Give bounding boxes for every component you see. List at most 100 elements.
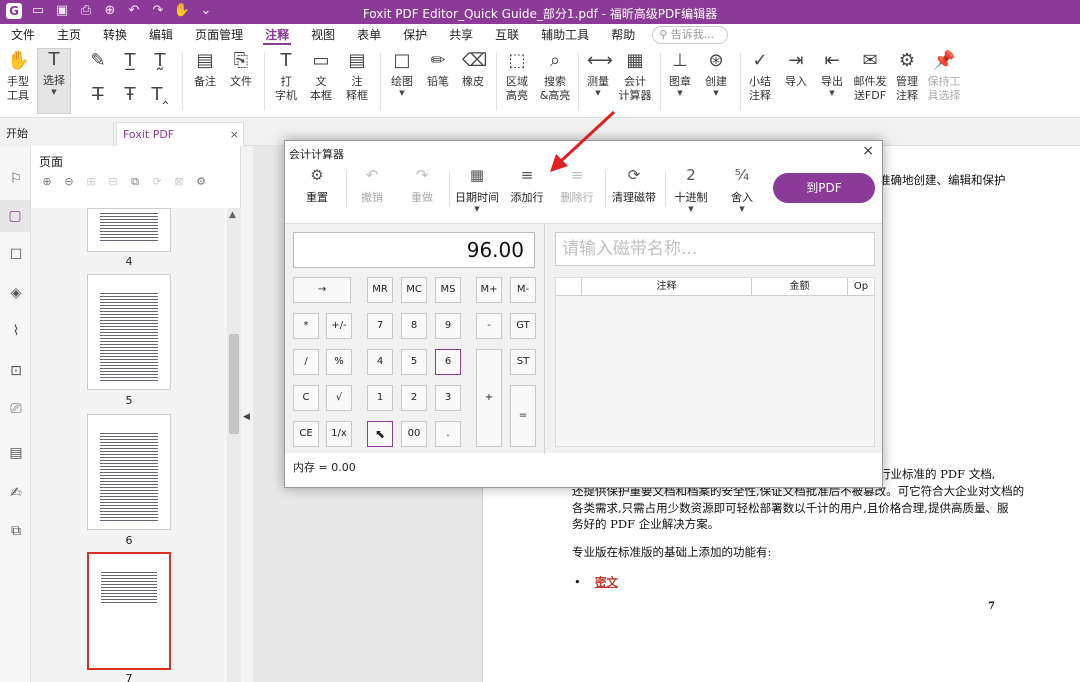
file-attach-button[interactable]: ⎘ 文件 xyxy=(226,50,256,89)
document-properties-icon[interactable]: ⎚ xyxy=(7,400,25,418)
hand-tool-button[interactable]: ✋ 手型 工具 xyxy=(4,50,32,103)
area-highlight-button[interactable]: ⬚ 区域 高亮 xyxy=(502,50,532,103)
crop-page-icon[interactable]: ⊠ xyxy=(171,174,187,190)
extract-page-icon[interactable]: ⧉ xyxy=(127,174,143,190)
collapse-panel-handle[interactable]: ◀ xyxy=(241,146,253,682)
keep-tool-selected-button[interactable]: 📌 保持工 具选择 xyxy=(926,50,962,103)
key-00[interactable]: 00 xyxy=(401,421,427,447)
delete-page-icon[interactable]: ⊟ xyxy=(105,174,121,190)
key-sqrt[interactable]: √ xyxy=(326,385,352,411)
key-multiply[interactable]: * xyxy=(293,313,319,339)
tab-connect[interactable]: 互联 xyxy=(484,24,530,46)
key-st[interactable]: ST xyxy=(510,349,536,375)
email-fdf-button[interactable]: ✉ 邮件发 送FDF xyxy=(852,50,888,103)
key-percent[interactable]: % xyxy=(326,349,352,375)
tab-edit[interactable]: 编辑 xyxy=(138,24,184,46)
comments-icon[interactable]: ☐ xyxy=(7,246,25,264)
highlight-button[interactable]: ✎ xyxy=(86,50,110,75)
eraser-button[interactable]: ⌫ 橡皮 xyxy=(458,50,488,89)
tab-help[interactable]: 帮助 xyxy=(600,24,646,46)
key-mminus[interactable]: M- xyxy=(510,277,536,303)
page-thumbnail[interactable] xyxy=(87,208,171,252)
content-icon[interactable]: ▤ xyxy=(7,444,25,462)
drawing-button[interactable]: □ 绘图 ▼ xyxy=(388,50,416,97)
manage-comments-button[interactable]: ⚙ 管理 注释 xyxy=(892,50,922,103)
key-ms[interactable]: MS xyxy=(435,277,461,303)
key-mc[interactable]: MC xyxy=(401,277,427,303)
rounding-button[interactable]: ⁵⁄₄ 舍入 ▼ xyxy=(725,165,759,213)
key-gt[interactable]: GT xyxy=(510,313,536,339)
key-clear[interactable]: C xyxy=(293,385,319,411)
page-thumbnail-selected[interactable] xyxy=(87,552,171,670)
rotate-page-icon[interactable]: ⟳ xyxy=(149,174,165,190)
add-row-button[interactable]: ≡ 添加行 xyxy=(509,165,545,205)
pencil-button[interactable]: ✏ 铅笔 xyxy=(424,50,452,89)
key-8[interactable]: 8 xyxy=(401,313,427,339)
tab-form[interactable]: 表单 xyxy=(346,24,392,46)
key-dot[interactable]: . xyxy=(435,421,461,447)
close-dialog-button[interactable]: × xyxy=(862,143,874,159)
insert-text-button[interactable]: T‸ xyxy=(148,84,172,109)
reset-button[interactable]: ⚙ 重置 xyxy=(299,165,335,205)
thumbnail-scrollbar[interactable] xyxy=(227,208,241,682)
key-plus[interactable]: + xyxy=(476,349,502,447)
note-button[interactable]: ▤ 备注 xyxy=(190,50,220,89)
key-divide[interactable]: / xyxy=(293,349,319,375)
select-button[interactable]: T 选择 ▼ xyxy=(37,48,71,114)
key-2[interactable]: 2 xyxy=(401,385,427,411)
zoom-out-thumb-icon[interactable]: ⊖ xyxy=(61,174,77,190)
redo-button[interactable]: ↷ 重做 xyxy=(405,165,439,205)
key-0[interactable]: ⬉ xyxy=(367,421,393,447)
import-button[interactable]: ⇥ 导入 xyxy=(782,50,810,89)
bookmark-icon[interactable]: ⚐ xyxy=(7,170,25,188)
key-mplus[interactable]: M+ xyxy=(476,277,502,303)
zoom-in-thumb-icon[interactable]: ⊕ xyxy=(39,174,55,190)
key-reciprocal[interactable]: 1/x xyxy=(326,421,352,447)
insert-page-icon[interactable]: ⊞ xyxy=(83,174,99,190)
tape-name-input[interactable]: 请输入磁带名称... xyxy=(555,232,875,266)
underline-button[interactable]: T̲ xyxy=(118,50,142,75)
key-5[interactable]: 5 xyxy=(401,349,427,375)
datetime-button[interactable]: ▦ 日期时间 ▼ xyxy=(453,165,501,213)
close-tab-icon[interactable]: × xyxy=(230,123,239,147)
tab-share[interactable]: 共享 xyxy=(438,24,484,46)
key-1[interactable]: 1 xyxy=(367,385,393,411)
page-properties-icon[interactable]: ⚙ xyxy=(193,174,209,190)
key-clear-entry[interactable]: CE xyxy=(293,421,319,447)
tab-home[interactable]: 主页 xyxy=(46,24,92,46)
decimal-places-button[interactable]: 2 十进制 ▼ xyxy=(671,165,711,213)
strikeout-button[interactable]: T̶ xyxy=(86,84,110,109)
clear-tape-button[interactable]: ⟳ 清理磁带 xyxy=(611,165,657,205)
key-arrow[interactable]: → xyxy=(293,277,351,303)
key-minus[interactable]: - xyxy=(476,313,502,339)
key-4[interactable]: 4 xyxy=(367,349,393,375)
search-highlight-button[interactable]: ⌕ 搜索 &高亮 xyxy=(538,50,572,103)
tab-accessibility[interactable]: 辅助工具 xyxy=(530,24,600,46)
tab-organize[interactable]: 页面管理 xyxy=(184,24,254,46)
tab-view[interactable]: 视图 xyxy=(300,24,346,46)
key-equals[interactable]: = xyxy=(510,385,536,447)
export-button[interactable]: ⇤ 导出 ▼ xyxy=(818,50,846,97)
squiggly-button[interactable]: T̰ xyxy=(148,50,172,75)
page-thumbnail[interactable] xyxy=(87,274,171,390)
to-pdf-button[interactable]: 到PDF xyxy=(773,173,875,203)
scroll-up-icon[interactable]: ▲ xyxy=(229,210,236,220)
security-lock-icon[interactable]: ⊡ xyxy=(7,362,25,380)
key-3[interactable]: 3 xyxy=(435,385,461,411)
tell-me-search[interactable]: ⚲ 告诉我... xyxy=(652,26,729,44)
key-7[interactable]: 7 xyxy=(367,313,393,339)
undo-button[interactable]: ↶ 撤销 xyxy=(355,165,389,205)
replace-text-button[interactable]: Ŧ xyxy=(118,84,142,109)
accounting-calculator-button[interactable]: ▦ 会计 计算器 xyxy=(617,50,653,103)
attachment-icon[interactable]: ⌇ xyxy=(7,322,25,340)
tab-comment[interactable]: 注释 xyxy=(254,24,300,46)
tab-document[interactable]: Foxit PDF Editor_Quick... × xyxy=(116,122,244,165)
tab-protect[interactable]: 保护 xyxy=(392,24,438,46)
page-thumbnail[interactable] xyxy=(87,414,171,530)
stamp-button[interactable]: ⊥ 图章 ▼ xyxy=(666,50,694,97)
key-9[interactable]: 9 xyxy=(435,313,461,339)
layers-icon[interactable]: ◈ xyxy=(7,284,25,302)
callout-button[interactable]: ▤ 注 释框 xyxy=(342,50,372,103)
tab-file[interactable]: 文件 xyxy=(0,24,46,46)
scrollbar-thumb[interactable] xyxy=(229,334,239,434)
